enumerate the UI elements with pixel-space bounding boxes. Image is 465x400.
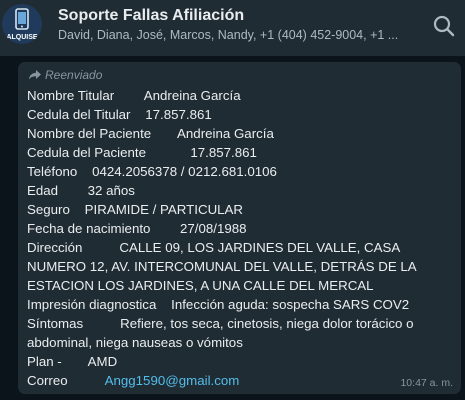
value-nombre-titular: Andreina García <box>143 88 241 103</box>
field-correo: Correo Angg1590@gmail.com <box>27 371 457 390</box>
field-cedula-titular: Cedula del Titular 17.857.861 <box>27 105 457 124</box>
field-cedula-paciente: Cedula del Paciente 17.857.861 <box>27 143 457 162</box>
field-nombre-paciente: Nombre del Paciente Andreina García <box>27 124 457 143</box>
phone-icon: ALQUISE <box>2 4 42 44</box>
value-sintomas: Refiere, tos seca, cinetosis, niega dolo… <box>27 316 414 350</box>
value-plan: AMD <box>87 354 118 369</box>
label-plan: Plan - <box>27 354 62 369</box>
label-impresion-diagnostica: Impresión diagnostica <box>27 297 157 312</box>
label-seguro: Seguro <box>27 202 70 217</box>
forwarded-label: Reenviado <box>45 68 103 82</box>
field-edad: Edad 32 años <box>27 181 457 200</box>
label-fecha-nacimiento: Fecha de nacimiento <box>27 221 151 236</box>
value-impresion-diagnostica: Infección aguda: sospecha SARS COV2 <box>171 297 410 312</box>
forwarded-indicator: Reenviado <box>28 68 102 82</box>
forward-arrow-icon <box>29 70 41 80</box>
message-bubble[interactable]: Reenviado Nombre Titular Andreina García… <box>18 62 461 394</box>
label-cedula-paciente: Cedula del Paciente <box>27 145 147 160</box>
label-sintomas: Síntomas <box>27 316 84 331</box>
chat-header[interactable]: ALQUISE Soporte Fallas Afiliación David,… <box>0 0 465 56</box>
email-link[interactable]: Angg1590@gmail.com <box>105 373 240 388</box>
field-telefono: Teléfono 0424.2056378 / 0212.681.0106 <box>27 162 457 181</box>
value-seguro: PIRAMIDE / PARTICULAR <box>84 202 244 217</box>
search-button[interactable] <box>430 12 458 40</box>
field-plan: Plan - AMD <box>27 352 457 371</box>
chat-title[interactable]: Soporte Fallas Afiliación <box>58 7 244 25</box>
label-edad: Edad <box>27 183 59 198</box>
label-telefono: Teléfono <box>27 164 78 179</box>
value-cedula-paciente: 17.857.861 <box>190 145 257 160</box>
field-nombre-titular: Nombre Titular Andreina García <box>27 86 457 105</box>
value-edad: 32 años <box>87 183 135 198</box>
field-seguro: Seguro PIRAMIDE / PARTICULAR <box>27 200 457 219</box>
label-direccion: Dirección <box>27 240 83 255</box>
value-direccion: CALLE 09, LOS JARDINES DEL VALLE, CASA N… <box>27 240 416 293</box>
search-icon <box>433 15 455 37</box>
value-fecha-nacimiento: 27/08/1988 <box>180 221 247 236</box>
label-correo: Correo <box>27 373 68 388</box>
group-avatar[interactable]: ALQUISE <box>2 4 42 44</box>
field-direccion: Dirección CALLE 09, LOS JARDINES DEL VAL… <box>27 238 457 295</box>
label-nombre-titular: Nombre Titular <box>27 88 115 103</box>
chat-members[interactable]: David, Diana, José, Marcos, Nandy, +1 (4… <box>58 28 408 42</box>
value-cedula-titular: 17.857.861 <box>145 107 212 122</box>
field-fecha-nacimiento: Fecha de nacimiento 27/08/1988 <box>27 219 457 238</box>
label-nombre-paciente: Nombre del Paciente <box>27 126 152 141</box>
value-telefono: 0424.2056378 / 0212.681.0106 <box>92 164 277 179</box>
message-timestamp: 10:47 a. m. <box>400 377 453 389</box>
avatar-logo-text: ALQUISE <box>6 34 37 41</box>
field-sintomas: Síntomas Refiere, tos seca, cinetosis, n… <box>27 314 457 352</box>
value-nombre-paciente: Andreina García <box>177 126 274 141</box>
message-text: Nombre Titular Andreina García Cedula de… <box>27 86 457 390</box>
field-impresion-diagnostica: Impresión diagnostica Infección aguda: s… <box>27 295 457 314</box>
label-cedula-titular: Cedula del Titular <box>27 107 131 122</box>
